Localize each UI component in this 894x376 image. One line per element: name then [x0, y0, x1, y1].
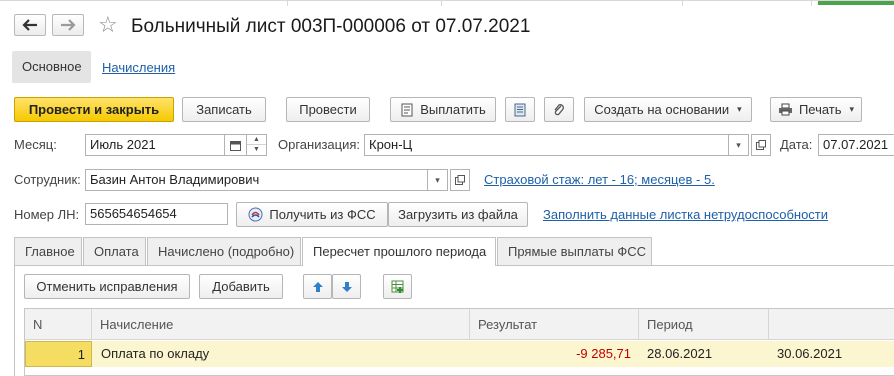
- accrual-cell[interactable]: Оплата по окладу: [101, 341, 461, 367]
- save-button[interactable]: Записать: [182, 97, 266, 122]
- stepper-down-icon[interactable]: ▼: [247, 145, 266, 155]
- organization-label: Организация:: [278, 137, 361, 152]
- employee-dropdown[interactable]: ▾: [428, 169, 448, 191]
- move-up-button[interactable]: [303, 274, 332, 299]
- open-window-icon: [455, 175, 465, 185]
- arrow-right-icon: [61, 19, 76, 31]
- column-header-result[interactable]: Результат: [470, 309, 639, 340]
- cancel-corrections-button[interactable]: Отменить исправления: [24, 274, 190, 299]
- stepper-up-icon[interactable]: ▲: [247, 135, 266, 145]
- chevron-down-icon: ▾: [435, 174, 440, 185]
- chevron-down-icon: ▾: [736, 139, 741, 150]
- row-number-cell[interactable]: 1: [25, 341, 92, 367]
- tab-strip-line-left: [14, 265, 302, 266]
- window-top-border: [0, 0, 894, 6]
- calendar-button[interactable]: [225, 134, 247, 156]
- date-field[interactable]: 07.07.2021: [818, 134, 894, 156]
- tab-panel-border: [14, 265, 15, 376]
- arrow-up-icon: [312, 281, 323, 292]
- printer-icon: [778, 103, 792, 116]
- print-button-label: Печать: [798, 102, 842, 117]
- table-header: N Начисление Результат Период: [25, 309, 894, 340]
- employee-label: Сотрудник:: [14, 172, 81, 187]
- post-and-close-button[interactable]: Провести и закрыть: [14, 97, 174, 122]
- add-row-button[interactable]: [383, 274, 412, 299]
- document-pay-icon: [401, 103, 413, 116]
- open-window-icon: [756, 140, 766, 150]
- star-icon[interactable]: ☆: [98, 12, 118, 38]
- pay-button[interactable]: Выплатить: [390, 97, 496, 122]
- load-from-file-button[interactable]: Загрузить из файла: [388, 202, 528, 227]
- period-cell[interactable]: 28.06.2021: [647, 341, 767, 367]
- month-label: Месяц:: [14, 137, 57, 152]
- move-down-button[interactable]: [332, 274, 361, 299]
- print-button[interactable]: Печать ▾: [770, 97, 862, 122]
- page-title: Больничный лист 003П-000006 от 07.07.202…: [131, 16, 531, 37]
- organization-field[interactable]: Крон-Ц: [364, 134, 729, 156]
- create-based-on-button[interactable]: Создать на основании ▾: [584, 97, 752, 122]
- table-row[interactable]: 1 Оплата по окладу -9 285,71 28.06.2021 …: [25, 341, 894, 367]
- period-end-cell[interactable]: 30.06.2021: [777, 341, 894, 367]
- attach-button[interactable]: [544, 97, 574, 122]
- list-icon: [514, 103, 526, 116]
- recalculation-table: N Начисление Результат Период 1 Оплата п…: [24, 308, 894, 376]
- employee-field[interactable]: Базин Антон Владимирович: [85, 169, 428, 191]
- month-field[interactable]: Июль 2021: [85, 134, 225, 156]
- date-label: Дата:: [780, 137, 813, 152]
- pay-button-label: Выплатить: [420, 102, 486, 117]
- employee-open-button[interactable]: [450, 169, 470, 191]
- organization-dropdown[interactable]: ▾: [729, 134, 749, 156]
- post-button[interactable]: Провести: [286, 97, 370, 122]
- arrow-left-icon: [22, 19, 37, 31]
- tab-strip-line-right: [496, 265, 894, 266]
- back-button[interactable]: [14, 14, 46, 36]
- sick-leave-number-field[interactable]: 565654654654: [85, 203, 228, 225]
- get-from-fss-label: Получить из ФСС: [269, 207, 376, 222]
- tab-payment[interactable]: Оплата: [83, 237, 146, 265]
- add-button[interactable]: Добавить: [199, 274, 283, 299]
- column-header-period[interactable]: Период: [639, 309, 769, 340]
- arrow-down-icon: [341, 281, 352, 292]
- organization-open-button[interactable]: [751, 134, 771, 156]
- insurance-experience-link[interactable]: Страховой стаж: лет - 16; месяцев - 5.: [484, 172, 715, 187]
- paperclip-icon: [554, 103, 564, 115]
- chevron-down-icon: ▾: [737, 104, 742, 114]
- fill-sick-leave-data-link[interactable]: Заполнить данные листка нетрудоспособнос…: [543, 207, 828, 222]
- table-add-icon: [391, 280, 403, 293]
- tab-fss-direct-payments[interactable]: Прямые выплаты ФСС: [497, 237, 652, 265]
- section-accruals-link[interactable]: Начисления: [102, 60, 175, 75]
- section-main[interactable]: Основное: [12, 51, 91, 83]
- report-button[interactable]: [505, 97, 535, 122]
- tab-accrued-detailed[interactable]: Начислено (подробно): [147, 237, 301, 265]
- tab-past-period-recalculation[interactable]: Пересчет прошлого периода: [302, 237, 496, 266]
- column-header-n[interactable]: N: [25, 309, 92, 340]
- get-from-fss-button[interactable]: Получить из ФСС: [236, 202, 388, 227]
- forward-button[interactable]: [52, 14, 84, 36]
- tab-main[interactable]: Главное: [14, 237, 82, 265]
- column-header-accrual[interactable]: Начисление: [92, 309, 470, 340]
- sick-leave-number-label: Номер ЛН:: [14, 207, 80, 222]
- column-header-period-end[interactable]: [769, 309, 894, 340]
- create-based-on-label: Создать на основании: [594, 102, 730, 117]
- calendar-icon: [230, 140, 241, 151]
- fss-logo-icon: [248, 207, 263, 222]
- chevron-down-icon: ▾: [849, 104, 855, 114]
- month-stepper[interactable]: ▲ ▼: [247, 134, 267, 156]
- result-cell[interactable]: -9 285,71: [470, 341, 631, 367]
